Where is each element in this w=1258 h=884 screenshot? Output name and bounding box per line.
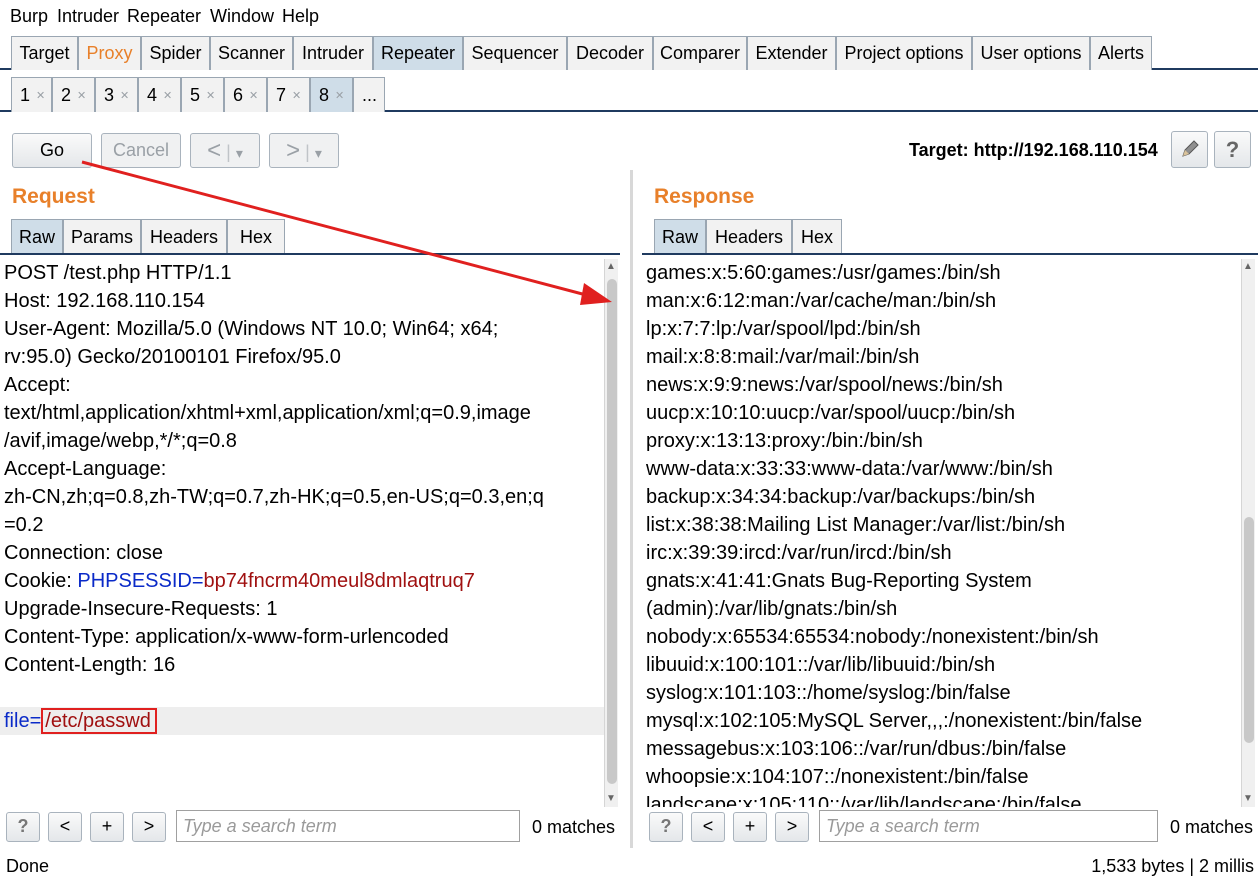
request-search-help-button[interactable]: ? xyxy=(6,812,40,842)
request-search-next-button[interactable]: > xyxy=(132,812,166,842)
response-search-prev-button[interactable]: < xyxy=(691,812,725,842)
response-search-next-button[interactable]: > xyxy=(775,812,809,842)
request-search-prev-button[interactable]: < xyxy=(48,812,82,842)
response-search-input[interactable]: Type a search term xyxy=(819,810,1158,842)
request-search-input[interactable]: Type a search term xyxy=(176,810,520,842)
response-search-add-button[interactable]: + xyxy=(733,812,767,842)
status-text: Done xyxy=(6,856,50,876)
request-search-add-button[interactable]: + xyxy=(90,812,124,842)
request-matches-count: 0 matches xyxy=(532,817,616,837)
annotation-arrow xyxy=(81,160,612,305)
response-size-status: 1,533 bytes | 2 millis xyxy=(1091,856,1254,876)
response-matches-count: 0 matches xyxy=(1170,817,1254,837)
response-search-help-button[interactable]: ? xyxy=(649,812,683,842)
